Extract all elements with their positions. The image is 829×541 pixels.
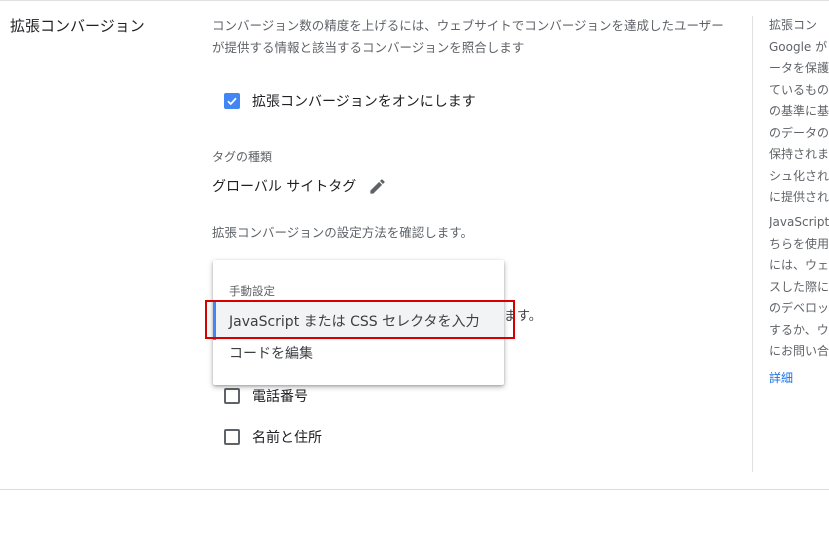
tag-type-value: グローバル サイトタグ	[212, 179, 357, 195]
side-text-line: ータを保護	[769, 61, 829, 75]
side-text-line: するか、ウ	[769, 322, 829, 337]
side-text-line: シュ化され	[769, 168, 829, 183]
side-text-line: の基準に基	[769, 104, 829, 118]
learn-more-link[interactable]: 詳細	[769, 369, 793, 386]
pencil-icon[interactable]	[368, 177, 387, 196]
side-text-line: Google が	[769, 39, 828, 54]
name-and-address-label: 名前と住所	[252, 430, 322, 446]
side-text-line: JavaScript	[769, 215, 829, 229]
side-panel-paragraph-2: JavaScript ちらを使用 には、ウェ スした際に のデベロッ するか、ウ…	[769, 212, 829, 363]
checkbox-checked-icon[interactable]	[224, 93, 240, 109]
checkbox-unchecked-icon[interactable]	[224, 429, 240, 445]
side-text-line: ちらを使用	[769, 236, 829, 251]
side-panel-paragraph-1: 拡張コン Google が ータを保護 ているもの の基準に基 のデータの 保持…	[769, 15, 829, 209]
bottom-divider	[0, 489, 829, 490]
menu-item-label: コードを編集	[229, 346, 313, 362]
highlight-annotation-box	[205, 300, 515, 339]
side-text-line: のデベロッ	[769, 301, 829, 315]
top-divider	[0, 0, 829, 1]
side-text-line: に提供され	[769, 190, 829, 204]
phone-number-row[interactable]: 電話番号	[224, 386, 308, 406]
menu-header-manual-setup: 手動設定	[229, 284, 275, 298]
phone-number-label: 電話番号	[252, 389, 308, 405]
side-text-line: には、ウェ	[769, 258, 829, 272]
enable-enhanced-conversions-label: 拡張コンバージョンをオンにします	[252, 94, 476, 110]
tag-type-row: グローバル サイトタグ	[212, 175, 387, 197]
side-text-line: ているもの	[769, 82, 829, 97]
checkbox-unchecked-icon[interactable]	[224, 388, 240, 404]
side-text-line: 保持されま	[769, 147, 829, 161]
name-and-address-row[interactable]: 名前と住所	[224, 427, 322, 447]
enable-enhanced-conversions-row[interactable]: 拡張コンバージョンをオンにします	[224, 91, 476, 111]
side-panel-divider	[752, 16, 753, 472]
tag-type-label: タグの種類	[212, 150, 273, 164]
section-description: コンバージョン数の精度を上げるには、ウェブサイトでコンバージョンを達成したユーザ…	[212, 18, 724, 55]
side-text-line: スした際に	[769, 279, 829, 294]
menu-item-edit-code[interactable]: コードを編集	[213, 334, 504, 372]
side-text-line: のデータの	[769, 125, 829, 140]
side-text-line: 拡張コン	[769, 18, 818, 32]
setup-method-text: 拡張コンバージョンの設定方法を確認します。	[212, 225, 474, 240]
side-text-line: にお問い合	[769, 344, 829, 358]
section-title: 拡張コンバージョン	[10, 17, 145, 35]
